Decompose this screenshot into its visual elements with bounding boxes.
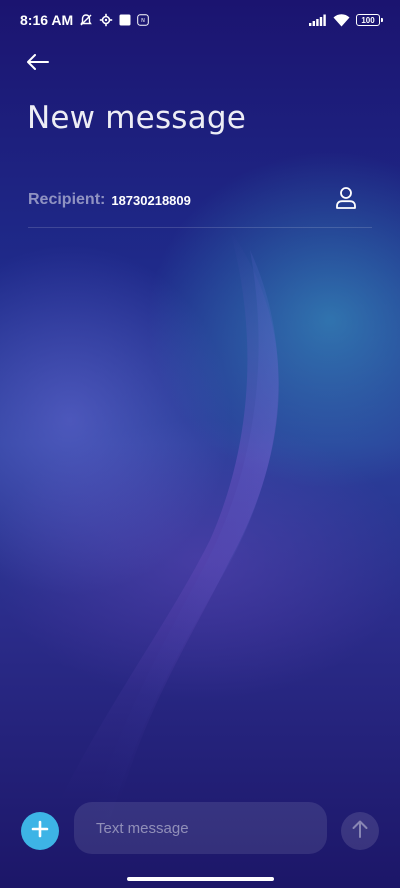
square-notification-icon: [119, 14, 131, 26]
arrow-left-icon: [27, 53, 49, 75]
status-left: 8:16 AM N: [20, 12, 149, 28]
arrow-up-icon: [352, 820, 368, 843]
svg-text:N: N: [141, 18, 145, 24]
recipient-value[interactable]: 18730218809: [111, 193, 191, 208]
add-attachment-button[interactable]: [21, 812, 59, 850]
status-bar: 8:16 AM N 100: [0, 0, 400, 40]
battery-icon: 100: [356, 14, 383, 26]
plus-icon: [31, 820, 49, 843]
page-title: New message: [27, 100, 246, 136]
recipient-row[interactable]: Recipient: 18730218809: [28, 182, 372, 218]
home-indicator[interactable]: [127, 877, 274, 881]
status-time: 8:16 AM: [20, 12, 74, 28]
message-input[interactable]: [74, 802, 327, 854]
back-button[interactable]: [22, 48, 54, 80]
recipient-divider: [28, 227, 372, 228]
status-right: 100: [309, 13, 383, 27]
signal-icon: [309, 14, 327, 26]
contact-picker-button[interactable]: [332, 186, 360, 214]
person-icon: [335, 186, 357, 215]
battery-level: 100: [361, 15, 375, 25]
muted-alarm-icon: [79, 13, 93, 27]
settings-gear-icon: [99, 13, 113, 27]
wifi-icon: [333, 13, 350, 27]
send-button[interactable]: [341, 812, 379, 850]
recipient-label: Recipient:: [28, 191, 106, 208]
nfc-icon: N: [137, 14, 149, 26]
